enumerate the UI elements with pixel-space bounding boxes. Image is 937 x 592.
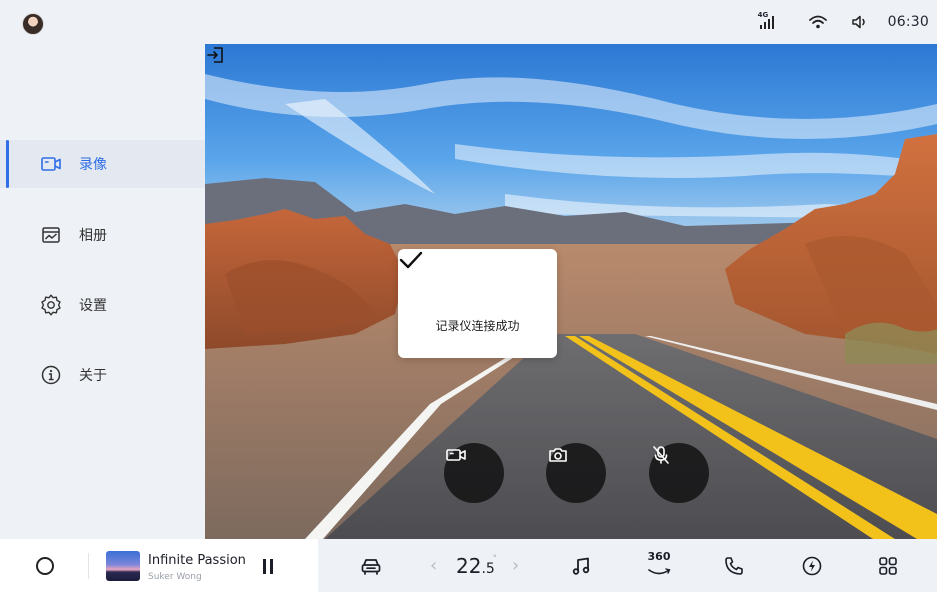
- capture-photo-button[interactable]: [546, 443, 606, 503]
- mic-off-icon: [653, 446, 669, 464]
- connection-toast: 记录仪连接成功: [398, 249, 557, 358]
- cellular-signal-icon: 4G: [758, 12, 786, 32]
- sidebar-item-about[interactable]: 关于: [0, 351, 205, 399]
- music-button[interactable]: [569, 554, 593, 578]
- toast-message: 记录仪连接成功: [435, 319, 520, 333]
- volume-icon[interactable]: [850, 12, 870, 32]
- car-icon: [361, 559, 381, 575]
- temperature-increase-button[interactable]: ›: [512, 555, 519, 576]
- sidebar-item-video[interactable]: 录像: [0, 140, 205, 188]
- album-icon: [39, 223, 63, 247]
- view-360-button[interactable]: 360: [645, 551, 673, 581]
- gear-icon: [39, 293, 63, 317]
- sidebar-item-album[interactable]: 相册: [0, 211, 205, 259]
- sidebar: 录像 相册 设置 关于: [0, 44, 205, 539]
- song-artist: Suker Wong: [148, 572, 202, 582]
- view-360-icon: 360: [647, 551, 671, 581]
- temperature-control: ‹ 22.5 ° ›: [430, 551, 530, 581]
- temperature-decrease-button[interactable]: ‹: [430, 555, 437, 576]
- mute-mic-button[interactable]: [649, 443, 709, 503]
- sidebar-item-label: 录像: [79, 157, 107, 173]
- sidebar-item-label: 相册: [79, 228, 107, 244]
- sidebar-item-label: 设置: [79, 298, 107, 314]
- sidebar-item-label: 关于: [79, 368, 107, 384]
- clock: 06:30: [887, 14, 929, 30]
- info-icon: [39, 363, 63, 387]
- network-type-label: 4G: [757, 11, 769, 19]
- view-360-label: 360: [647, 550, 671, 563]
- status-bar: 4G 06:30: [0, 0, 937, 44]
- album-cover[interactable]: [106, 551, 140, 581]
- song-title: Infinite Passion: [148, 553, 246, 568]
- home-button[interactable]: [36, 557, 54, 575]
- status-icons: 4G 06:30: [758, 0, 929, 44]
- phone-button[interactable]: [722, 554, 746, 578]
- lightning-icon: [802, 556, 822, 576]
- camera-icon: [549, 448, 567, 462]
- checkmark-icon: [399, 251, 423, 269]
- video-icon: [39, 152, 63, 176]
- media-player: Infinite Passion Suker Wong: [0, 539, 318, 592]
- divider: [88, 553, 89, 579]
- temperature-unit: °: [493, 554, 497, 562]
- wifi-icon: [808, 15, 827, 29]
- music-note-icon: [572, 557, 590, 575]
- car-button[interactable]: [359, 554, 383, 578]
- record-video-icon: [446, 449, 466, 461]
- pause-button[interactable]: [262, 559, 274, 574]
- exit-icon[interactable]: [205, 44, 227, 66]
- bottom-dock: Infinite Passion Suker Wong ‹ 22.5 ° › 3…: [0, 539, 937, 592]
- user-avatar[interactable]: [22, 13, 44, 35]
- sidebar-item-settings[interactable]: 设置: [0, 281, 205, 329]
- rotate-arc-icon: [648, 568, 671, 575]
- energy-button[interactable]: [800, 554, 824, 578]
- phone-icon: [725, 557, 743, 575]
- apps-button[interactable]: [876, 554, 900, 578]
- camera-preview: 记录仪连接成功: [205, 44, 937, 539]
- temperature-value: 22.5: [456, 554, 495, 578]
- grid-icon: [879, 557, 897, 575]
- record-video-button[interactable]: [444, 443, 504, 503]
